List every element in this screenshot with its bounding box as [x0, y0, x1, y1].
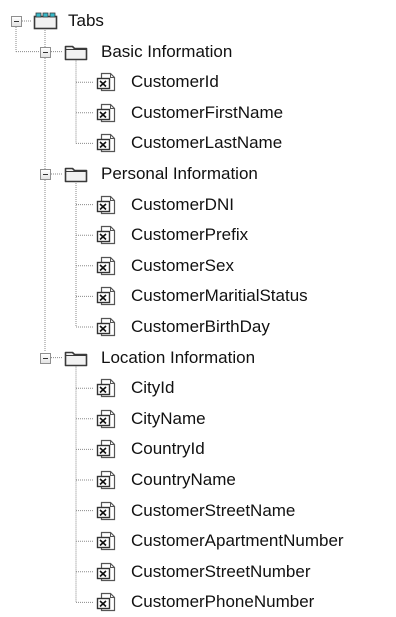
- folder-icon: [64, 165, 88, 188]
- attribute-node[interactable]: CityName: [131, 407, 206, 431]
- root-node-tabs[interactable]: Tabs: [68, 9, 104, 33]
- attribute-icon: [96, 195, 120, 220]
- attribute-icon: [96, 72, 120, 97]
- attribute-node[interactable]: CountryId: [131, 437, 205, 461]
- attribute-icon: [96, 562, 120, 587]
- folder-icon: [64, 43, 88, 66]
- attribute-icon: [96, 470, 120, 495]
- attribute-node[interactable]: CustomerApartmentNumber: [131, 529, 344, 553]
- folder-icon: [64, 349, 88, 372]
- attribute-node[interactable]: CityId: [131, 376, 174, 400]
- attribute-node[interactable]: CustomerDNI: [131, 193, 234, 217]
- attribute-icon: [96, 378, 120, 403]
- attribute-icon: [96, 317, 120, 342]
- attribute-node[interactable]: CustomerLastName: [131, 131, 282, 155]
- attribute-icon: [96, 439, 120, 464]
- attribute-icon: [96, 409, 120, 434]
- attribute-node[interactable]: CustomerMaritialStatus: [131, 284, 308, 308]
- attribute-icon: [96, 531, 120, 556]
- attribute-node[interactable]: CustomerStreetNumber: [131, 560, 311, 584]
- attribute-node[interactable]: CustomerFirstName: [131, 101, 283, 125]
- group-collapse-toggle[interactable]: [40, 169, 51, 180]
- attribute-icon: [96, 256, 120, 281]
- tabs-icon: [33, 12, 59, 35]
- tree-view: Tabs Basic Information CustomerId CustomerF…: [0, 0, 396, 613]
- attribute-icon: [96, 592, 120, 617]
- attribute-node[interactable]: CustomerId: [131, 70, 219, 94]
- attribute-icon: [96, 501, 120, 526]
- attribute-node[interactable]: CustomerStreetName: [131, 499, 295, 523]
- attribute-icon: [96, 286, 120, 311]
- attribute-icon: [96, 103, 120, 128]
- group-collapse-toggle[interactable]: [40, 352, 51, 364]
- root-collapse-toggle[interactable]: [11, 16, 22, 27]
- group-node[interactable]: Personal Information: [101, 162, 258, 186]
- group-node[interactable]: Location Information: [101, 346, 255, 370]
- attribute-icon: [96, 133, 120, 158]
- attribute-node[interactable]: CountryName: [131, 468, 236, 492]
- attribute-node[interactable]: CustomerBirthDay: [131, 315, 270, 339]
- attribute-node[interactable]: CustomerPhoneNumber: [131, 590, 314, 614]
- attribute-node[interactable]: CustomerPrefix: [131, 223, 248, 247]
- group-node[interactable]: Basic Information: [101, 40, 232, 64]
- attribute-icon: [96, 225, 120, 250]
- attribute-node[interactable]: CustomerSex: [131, 254, 234, 278]
- group-collapse-toggle[interactable]: [40, 46, 51, 58]
